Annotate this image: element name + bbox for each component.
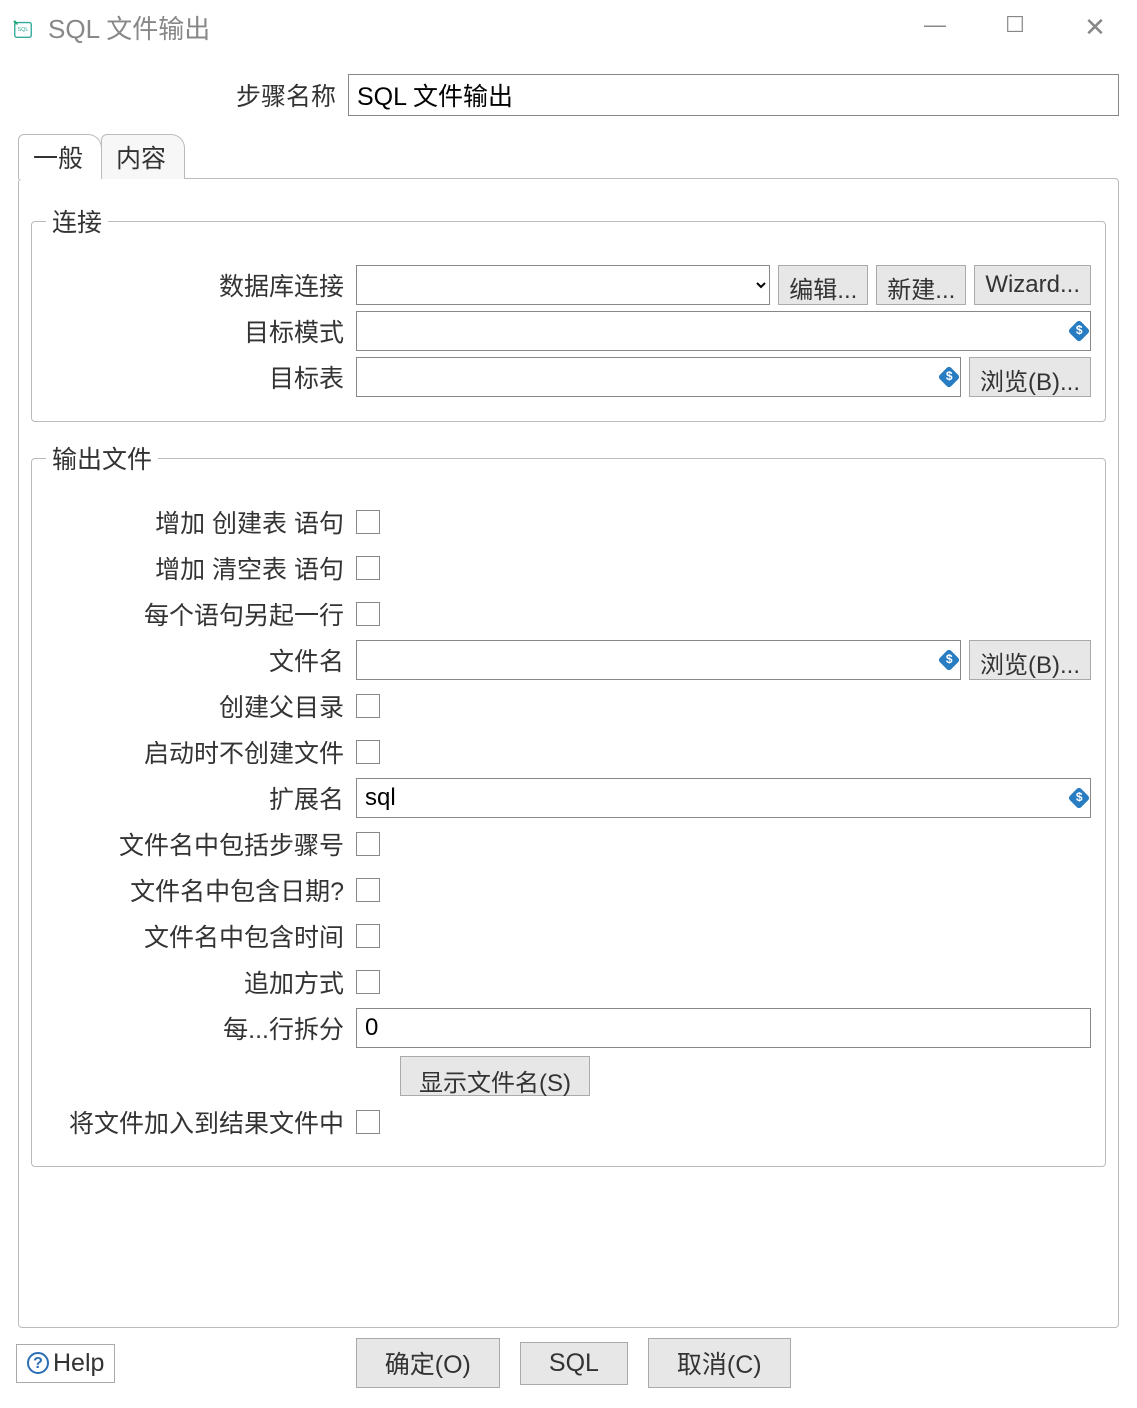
minimize-button[interactable]: —	[915, 12, 955, 43]
target-schema-input[interactable]	[356, 311, 1091, 351]
browse-table-button[interactable]: 浏览(B)...	[969, 357, 1091, 397]
tab-content[interactable]: 内容	[101, 134, 185, 179]
target-table-label: 目标表	[46, 359, 356, 395]
target-schema-label: 目标模式	[46, 313, 356, 349]
window-title: SQL 文件输出	[48, 9, 915, 46]
create-parent-checkbox[interactable]	[356, 694, 380, 718]
cancel-button[interactable]: 取消(C)	[648, 1338, 791, 1388]
add-truncate-checkbox[interactable]	[356, 556, 380, 580]
new-connection-button[interactable]: 新建...	[876, 265, 966, 305]
newline-label: 每个语句另起一行	[46, 596, 356, 632]
include-date-label: 文件名中包含日期?	[46, 872, 356, 908]
append-label: 追加方式	[46, 964, 356, 1000]
include-stepno-label: 文件名中包括步骤号	[46, 826, 356, 862]
db-connection-select[interactable]	[356, 265, 770, 305]
output-file-legend: 输出文件	[46, 440, 158, 476]
browse-file-button[interactable]: 浏览(B)...	[969, 640, 1091, 680]
tab-pane-general: 连接 数据库连接 编辑... 新建... Wizard... 目标模式	[18, 178, 1119, 1328]
create-parent-label: 创建父目录	[46, 688, 356, 724]
connection-legend: 连接	[46, 203, 108, 239]
tabs: 一般 内容	[18, 134, 1119, 179]
include-stepno-checkbox[interactable]	[356, 832, 380, 856]
show-filename-button[interactable]: 显示文件名(S)	[400, 1056, 590, 1096]
tab-general[interactable]: 一般	[18, 134, 102, 179]
include-time-checkbox[interactable]	[356, 924, 380, 948]
no-create-start-label: 启动时不创建文件	[46, 734, 356, 770]
extension-input[interactable]	[356, 778, 1091, 818]
step-name-label: 步骤名称	[18, 77, 348, 113]
db-connection-label: 数据库连接	[46, 267, 356, 303]
add-create-label: 增加 创建表 语句	[46, 504, 356, 540]
step-name-input[interactable]	[348, 74, 1119, 116]
append-checkbox[interactable]	[356, 970, 380, 994]
titlebar: SQL SQL 文件输出 — ☐ ✕	[0, 0, 1137, 54]
maximize-button[interactable]: ☐	[995, 12, 1035, 43]
include-time-label: 文件名中包含时间	[46, 918, 356, 954]
filename-input[interactable]	[356, 640, 961, 680]
svg-text:SQL: SQL	[17, 27, 28, 33]
ok-button[interactable]: 确定(O)	[356, 1338, 500, 1388]
add-to-result-label: 将文件加入到结果文件中	[46, 1104, 356, 1140]
extension-label: 扩展名	[46, 780, 356, 816]
output-file-group: 输出文件 增加 创建表 语句 增加 清空表 语句 每个语句另起一行 文件名	[31, 440, 1106, 1167]
no-create-start-checkbox[interactable]	[356, 740, 380, 764]
help-button[interactable]: ? Help	[16, 1344, 115, 1383]
split-label: 每...行拆分	[46, 1010, 356, 1046]
newline-checkbox[interactable]	[356, 602, 380, 626]
add-create-checkbox[interactable]	[356, 510, 380, 534]
add-truncate-label: 增加 清空表 语句	[46, 550, 356, 586]
help-label: Help	[53, 1349, 104, 1378]
wizard-connection-button[interactable]: Wizard...	[974, 265, 1091, 305]
close-button[interactable]: ✕	[1075, 12, 1115, 43]
step-name-row: 步骤名称	[18, 74, 1119, 116]
sql-button[interactable]: SQL	[520, 1342, 628, 1385]
connection-group: 连接 数据库连接 编辑... 新建... Wizard... 目标模式	[31, 203, 1106, 422]
help-icon: ?	[27, 1352, 49, 1374]
filename-label: 文件名	[46, 642, 356, 678]
footer: ? Help 确定(O) SQL 取消(C)	[0, 1328, 1137, 1408]
app-icon: SQL	[12, 16, 34, 38]
edit-connection-button[interactable]: 编辑...	[778, 265, 868, 305]
add-to-result-checkbox[interactable]	[356, 1110, 380, 1134]
split-input[interactable]	[356, 1008, 1091, 1048]
target-table-input[interactable]	[356, 357, 961, 397]
include-date-checkbox[interactable]	[356, 878, 380, 902]
